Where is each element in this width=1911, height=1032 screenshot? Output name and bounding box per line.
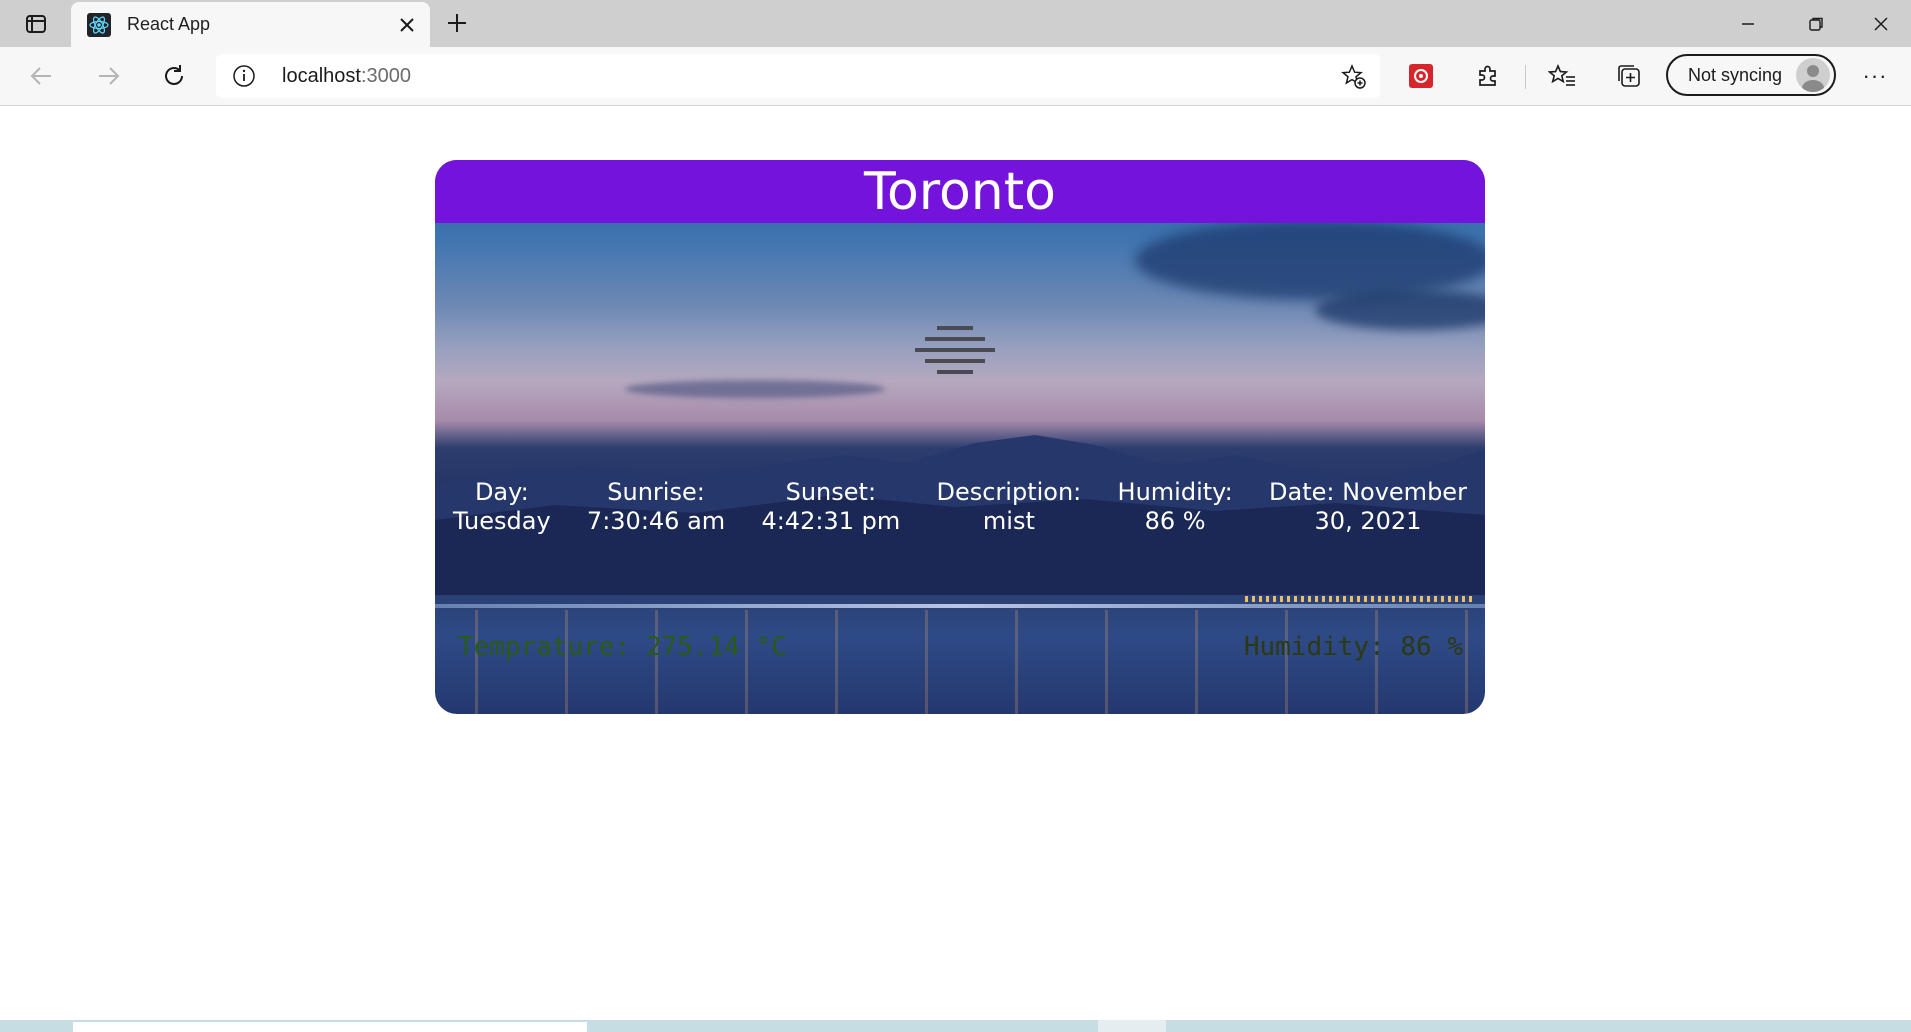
url-port: :3000 xyxy=(360,65,411,87)
extension-red-icon[interactable] xyxy=(1404,59,1438,93)
detail-value: 30, 2021 xyxy=(1314,507,1422,535)
close-window-button[interactable] xyxy=(1850,0,1911,47)
browser-toolbar: localhost:3000 Not syncing ··· xyxy=(0,47,1911,106)
cloud-shape xyxy=(1315,290,1485,330)
detail-label: Sunrise: xyxy=(607,478,705,506)
tab-react-app[interactable]: React App xyxy=(71,2,430,47)
humidity-text: Humidity: 86 % xyxy=(1243,632,1463,662)
detail-label: Description: xyxy=(936,478,1082,506)
refresh-icon xyxy=(165,65,183,85)
react-logo-icon xyxy=(87,12,111,37)
profile-sync-button[interactable]: Not syncing xyxy=(1666,54,1836,96)
restore-icon xyxy=(1809,17,1823,31)
avatar-icon xyxy=(1796,58,1830,92)
detail-humidity: Humidity: 86 % xyxy=(1118,478,1233,536)
detail-value: Tuesday xyxy=(453,507,551,535)
restore-button[interactable] xyxy=(1782,0,1850,47)
back-button[interactable] xyxy=(22,56,62,96)
detail-label: Date: November xyxy=(1269,478,1467,506)
detail-value: 86 % xyxy=(1144,507,1206,535)
forward-arrow-icon xyxy=(99,67,120,85)
forward-button[interactable] xyxy=(88,56,128,96)
settings-more-icon[interactable]: ··· xyxy=(1858,59,1892,93)
weather-details-row: Day: Tuesday Sunrise: 7:30:46 am Sunset:… xyxy=(453,478,1467,536)
detail-value: 7:30:46 am xyxy=(586,507,726,535)
shoreline xyxy=(435,604,1485,608)
detail-value: mist xyxy=(982,507,1035,535)
tab-strip: React App xyxy=(0,0,1911,47)
tab-actions-button[interactable] xyxy=(16,10,56,38)
minimize-button[interactable] xyxy=(1714,0,1782,47)
tab-title: React App xyxy=(127,14,211,34)
city-title: Toronto xyxy=(435,160,1485,223)
detail-date: Date: November 30, 2021 xyxy=(1269,478,1467,536)
tab-actions-icon xyxy=(26,15,46,33)
detail-label: Day: xyxy=(474,478,529,506)
collections-icon[interactable] xyxy=(1612,59,1646,93)
taskbar xyxy=(0,1020,1911,1032)
back-arrow-icon xyxy=(30,67,51,85)
detail-label: Humidity: xyxy=(1117,478,1233,506)
mist-icon xyxy=(915,326,995,374)
url-host: localhost xyxy=(282,65,361,87)
minimize-icon xyxy=(1742,22,1754,25)
city-lights xyxy=(1245,596,1475,602)
extensions-puzzle-icon[interactable] xyxy=(1471,59,1505,93)
taskbar-search-box[interactable] xyxy=(73,1022,587,1032)
cloud-shape xyxy=(625,380,885,398)
refresh-button[interactable] xyxy=(154,56,194,96)
site-info-icon[interactable] xyxy=(232,64,256,88)
plus-icon xyxy=(448,14,466,32)
taskbar-item[interactable] xyxy=(1098,1020,1166,1032)
detail-sunset: Sunset: 4:42:31 pm xyxy=(761,478,900,536)
detail-value: 4:42:31 pm xyxy=(761,507,901,535)
detail-label: Sunset: xyxy=(785,478,877,506)
close-tab-icon[interactable] xyxy=(392,10,422,40)
address-bar[interactable]: localhost:3000 xyxy=(216,54,1380,98)
toolbar-separator xyxy=(1525,65,1526,89)
close-window-icon xyxy=(1873,16,1888,31)
detail-description: Description: mist xyxy=(936,478,1081,536)
favorites-icon[interactable] xyxy=(1545,59,1579,93)
water-reflections xyxy=(435,610,1485,714)
new-tab-button[interactable] xyxy=(440,6,474,40)
url-text: localhost:3000 xyxy=(282,65,411,88)
detail-day: Day: Tuesday xyxy=(453,478,551,536)
temperature-text: Temprature: 275.14 °C xyxy=(458,632,787,662)
weather-card: Toronto Day: Tuesday Sunrise: 7:30:46 am… xyxy=(435,160,1485,714)
detail-sunrise: Sunrise: 7:30:46 am xyxy=(587,478,725,536)
add-favorite-icon[interactable] xyxy=(1340,63,1368,91)
sync-status-label: Not syncing xyxy=(1688,64,1783,85)
cloud-shape xyxy=(1135,220,1485,300)
